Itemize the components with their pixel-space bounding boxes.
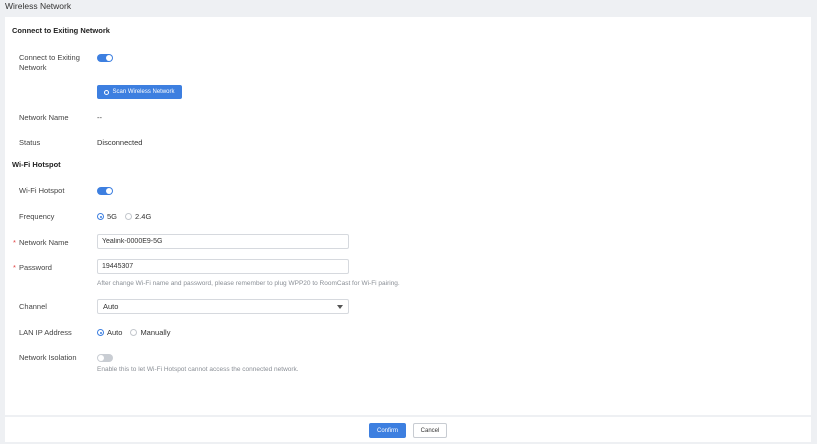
password-input[interactable] <box>97 259 349 274</box>
status-value: Disconnected <box>97 138 143 147</box>
page-title: Wireless Network <box>5 1 72 11</box>
lan-ip-label: LAN IP Address <box>19 328 72 337</box>
frequency-option-2-4g[interactable]: 2.4G <box>125 212 151 221</box>
lan-ip-radio-group: Auto Manually <box>97 328 170 337</box>
cancel-button[interactable]: Cancel <box>413 423 447 438</box>
scan-button-label: Scan Wireless Network <box>112 89 175 95</box>
connect-network-name-value: -- <box>97 113 102 122</box>
radio-unchecked-icon <box>130 329 138 336</box>
hotspot-toggle[interactable] <box>97 187 113 195</box>
lan-ip-option-label: Auto <box>107 328 123 337</box>
channel-select[interactable]: Auto <box>97 299 349 314</box>
connect-section-title: Connect to Exiting Network <box>12 26 110 35</box>
scan-wireless-network-button[interactable]: Scan Wireless Network <box>97 85 182 99</box>
network-isolation-toggle[interactable] <box>97 354 113 362</box>
isolation-label: Network Isolation <box>19 353 77 362</box>
frequency-label: Frequency <box>19 212 55 221</box>
hotspot-section-title: Wi-Fi Hotspot <box>12 160 61 169</box>
lan-ip-option-label: Manually <box>140 328 171 337</box>
isolation-hint: Enable this to let Wi-Fi Hotspot cannot … <box>97 366 299 373</box>
network-name-text: Network Name <box>19 238 69 247</box>
frequency-option-label: 2.4G <box>135 212 152 221</box>
connect-toggle-label: Connect to Exiting Network <box>19 53 80 72</box>
frequency-radio-group: 5G 2.4G <box>97 212 151 221</box>
channel-label: Channel <box>19 302 47 311</box>
password-text: Password <box>19 263 52 272</box>
frequency-option-label: 5G <box>107 212 118 221</box>
settings-card: Connect to Exiting Network Connect to Ex… <box>5 17 811 415</box>
connect-network-name-label: Network Name <box>19 113 69 122</box>
search-icon <box>104 89 110 95</box>
required-mark: * <box>13 238 16 247</box>
lan-ip-option-manually[interactable]: Manually <box>130 328 170 337</box>
required-mark: * <box>13 263 16 272</box>
footer-bar: Confirm Cancel <box>5 417 811 442</box>
status-label: Status <box>19 138 41 147</box>
frequency-option-5g[interactable]: 5G <box>97 212 117 221</box>
password-label: * Password <box>13 263 94 273</box>
radio-checked-icon <box>97 213 104 220</box>
radio-unchecked-icon <box>125 213 133 220</box>
channel-selected-value: Auto <box>103 302 119 311</box>
hotspot-network-name-label: * Network Name <box>13 238 94 248</box>
connect-toggle[interactable] <box>97 54 113 62</box>
hotspot-network-name-input[interactable] <box>97 234 349 249</box>
radio-checked-icon <box>97 329 104 336</box>
lan-ip-option-auto[interactable]: Auto <box>97 328 122 337</box>
confirm-button[interactable]: Confirm <box>369 423 406 438</box>
hotspot-toggle-label: Wi-Fi Hotspot <box>19 186 65 195</box>
password-hint: After change Wi-Fi name and password, pl… <box>97 280 400 287</box>
chevron-down-icon <box>337 304 343 309</box>
